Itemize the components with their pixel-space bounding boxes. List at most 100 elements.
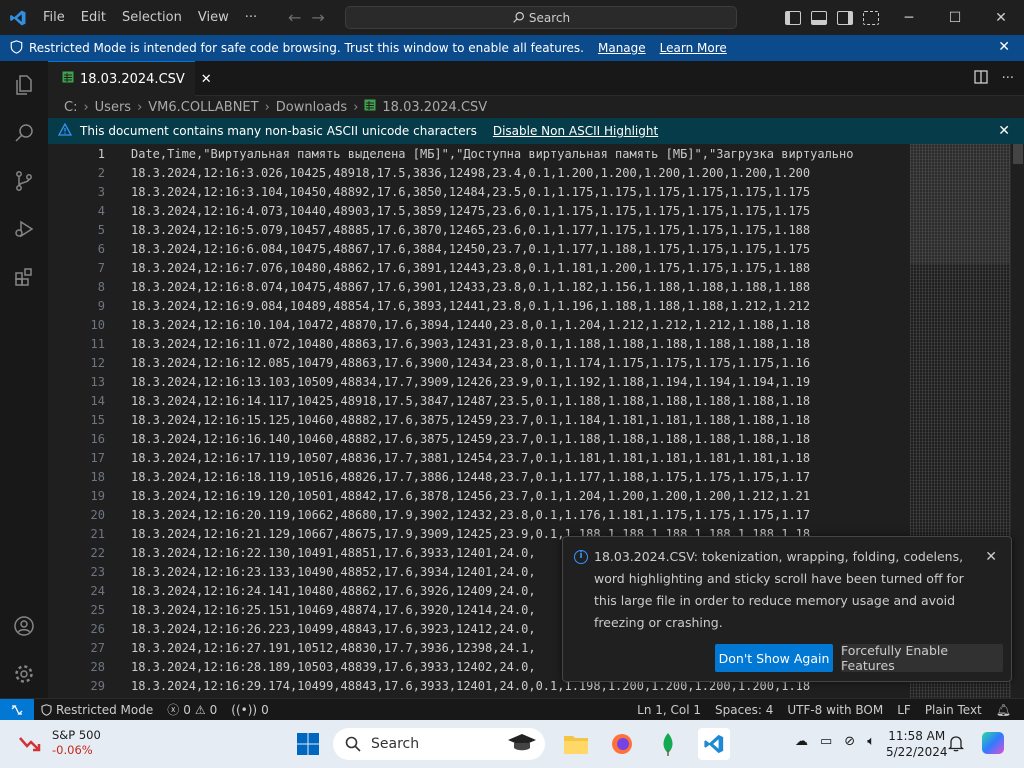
maximize-icon[interactable]: ☐ xyxy=(932,0,978,35)
customize-layout-icon[interactable] xyxy=(863,10,879,25)
code-line[interactable]: 18.3.2024,12:16:4.073,10440,48903,17.5,3… xyxy=(131,202,901,221)
line-number: 1 xyxy=(97,147,105,161)
forward-arrow-icon[interactable]: → xyxy=(311,8,324,27)
chevron-right-icon: › xyxy=(264,99,270,115)
line-number: 2 xyxy=(97,166,105,180)
close-icon[interactable]: ✕ xyxy=(998,123,1010,139)
line-number: 4 xyxy=(97,204,105,218)
disable-highlight-link[interactable]: Disable Non ASCII Highlight xyxy=(493,124,658,138)
line-number: 6 xyxy=(97,242,105,256)
stock-widget[interactable]: S&P 500 -0.06% xyxy=(18,728,101,758)
remote-indicator-icon[interactable] xyxy=(0,698,34,721)
notifications-bell-icon[interactable]: 🔔︎ xyxy=(989,703,1018,717)
menu-file[interactable]: File xyxy=(35,0,73,35)
code-line[interactable]: 18.3.2024,12:16:20.119,10662,48680,17.9,… xyxy=(131,506,901,525)
windows-start-icon[interactable] xyxy=(296,732,320,760)
window-controls: ─ ☐ ✕ xyxy=(886,0,1024,35)
vscode-taskbar-icon[interactable] xyxy=(698,728,730,760)
search-label: Search xyxy=(528,10,571,25)
manage-link[interactable]: Manage xyxy=(598,41,646,55)
code-line[interactable]: 18.3.2024,12:16:16.140,10460,48882,17.6,… xyxy=(131,430,901,449)
title-bar: File Edit Selection View ··· ← → Search … xyxy=(0,0,1024,35)
menu-view[interactable]: View xyxy=(190,0,237,35)
warning-icon: ⚠ xyxy=(194,702,206,717)
code-line[interactable]: 18.3.2024,12:16:15.125,10460,48882,17.6,… xyxy=(131,411,901,430)
code-line[interactable]: 18.3.2024,12:16:12.085,10479,48863,17.6,… xyxy=(131,354,901,373)
dont-show-again-button[interactable]: Don't Show Again xyxy=(715,644,833,672)
display-icon[interactable]: ▭ xyxy=(820,734,832,749)
notification-message: 18.03.2024.CSV: tokenization, wrapping, … xyxy=(594,549,964,630)
chevron-right-icon: › xyxy=(137,99,143,115)
code-line[interactable]: 18.3.2024,12:16:14.117,10425,48918,17.5,… xyxy=(131,392,901,411)
editor-tabs: 18.03.2024.CSV ✕ ··· xyxy=(48,61,1024,96)
system-clock[interactable]: 11:58 AM 5/22/2024 xyxy=(886,728,948,760)
toggle-panel-icon[interactable] xyxy=(811,10,827,25)
file-explorer-icon[interactable] xyxy=(560,728,592,760)
breadcrumb-drive[interactable]: C: xyxy=(64,100,77,115)
tab-csv-file[interactable]: 18.03.2024.CSV ✕ xyxy=(48,61,212,96)
line-number: 27 xyxy=(90,641,105,655)
code-line[interactable]: 18.3.2024,12:16:9.084,10489,48854,17.6,3… xyxy=(131,297,901,316)
split-editor-icon[interactable] xyxy=(973,69,988,88)
toggle-primary-sidebar-icon[interactable] xyxy=(785,10,801,25)
code-line[interactable]: 18.3.2024,12:16:6.084,10475,48867,17.6,3… xyxy=(131,240,901,259)
breadcrumb-users[interactable]: Users xyxy=(95,100,131,115)
code-line[interactable]: 18.3.2024,12:16:7.076,10480,48862,17.6,3… xyxy=(131,259,901,278)
extensions-icon[interactable] xyxy=(0,253,48,301)
mongodb-icon[interactable] xyxy=(652,728,684,760)
breadcrumb-file[interactable]: 18.03.2024.CSV xyxy=(382,100,487,115)
close-icon[interactable]: ✕ xyxy=(985,549,997,565)
breadcrumb-user[interactable]: VM6.COLLABNET xyxy=(148,100,258,115)
code-line[interactable]: Date,Time,"Виртуальная память выделена [… xyxy=(131,145,901,164)
ports-status[interactable]: ((•)) 0 xyxy=(224,703,275,717)
settings-gear-icon[interactable] xyxy=(0,650,48,698)
menu-edit[interactable]: Edit xyxy=(73,0,114,35)
language-mode[interactable]: Plain Text xyxy=(918,703,989,717)
code-line[interactable]: 18.3.2024,12:16:3.026,10425,48918,17.5,3… xyxy=(131,164,901,183)
more-actions-icon[interactable]: ··· xyxy=(1002,71,1014,86)
close-tab-icon[interactable]: ✕ xyxy=(201,72,212,87)
code-line[interactable]: 18.3.2024,12:16:5.079,10457,48885,17.6,3… xyxy=(131,221,901,240)
eol-status[interactable]: LF xyxy=(890,703,918,717)
vertical-scrollbar[interactable] xyxy=(1010,144,1024,698)
problems-status[interactable]: ⓧ 0 ⚠ 0 xyxy=(160,701,224,718)
code-line[interactable]: 18.3.2024,12:16:3.104,10450,48892,17.6,3… xyxy=(131,183,901,202)
scrollbar-thumb[interactable] xyxy=(1013,144,1023,164)
line-number: 16 xyxy=(90,432,105,446)
account-icon[interactable] xyxy=(0,602,48,650)
encoding-status[interactable]: UTF-8 with BOM xyxy=(780,703,890,717)
network-icon[interactable]: ⊘ xyxy=(844,734,855,749)
cloud-offline-icon[interactable]: ☁ xyxy=(795,734,808,749)
forcefully-enable-button[interactable]: Forcefully Enable Features xyxy=(841,643,1003,673)
minimap-viewport[interactable] xyxy=(910,144,1010,264)
volume-icon[interactable]: 🔈︎ xyxy=(867,734,875,749)
explorer-icon[interactable] xyxy=(0,61,48,109)
breadcrumb-downloads[interactable]: Downloads xyxy=(276,100,347,115)
code-line[interactable]: 18.3.2024,12:16:17.119,10507,48836,17.7,… xyxy=(131,449,901,468)
close-icon[interactable]: ✕ xyxy=(998,39,1010,55)
toggle-secondary-sidebar-icon[interactable] xyxy=(837,10,853,25)
menu-more[interactable]: ··· xyxy=(237,0,265,35)
back-arrow-icon[interactable]: ← xyxy=(288,8,301,27)
cursor-position[interactable]: Ln 1, Col 1 xyxy=(630,703,708,717)
notification-center-icon[interactable] xyxy=(947,734,965,756)
taskbar-search[interactable]: Search xyxy=(333,728,545,760)
code-line[interactable]: 18.3.2024,12:16:19.120,10501,48842,17.6,… xyxy=(131,487,901,506)
minimize-icon[interactable]: ─ xyxy=(886,0,932,35)
restricted-mode-status[interactable]: Restricted Mode xyxy=(34,703,160,717)
source-control-icon[interactable] xyxy=(0,157,48,205)
copilot-icon[interactable] xyxy=(982,732,1004,754)
command-center-search[interactable]: Search xyxy=(345,6,737,29)
menu-selection[interactable]: Selection xyxy=(114,0,190,35)
code-line[interactable]: 18.3.2024,12:16:8.074,10475,48867,17.6,3… xyxy=(131,278,901,297)
learn-more-link[interactable]: Learn More xyxy=(660,41,727,55)
code-line[interactable]: 18.3.2024,12:16:13.103,10509,48834,17.7,… xyxy=(131,373,901,392)
search-view-icon[interactable] xyxy=(0,109,48,157)
run-debug-icon[interactable] xyxy=(0,205,48,253)
code-line[interactable]: 18.3.2024,12:16:18.119,10516,48826,17.7,… xyxy=(131,468,901,487)
code-line[interactable]: 18.3.2024,12:16:11.072,10480,48863,17.6,… xyxy=(131,335,901,354)
code-line[interactable]: 18.3.2024,12:16:10.104,10472,48870,17.6,… xyxy=(131,316,901,335)
indentation-status[interactable]: Spaces: 4 xyxy=(708,703,780,717)
firefox-icon[interactable] xyxy=(606,728,638,760)
close-window-icon[interactable]: ✕ xyxy=(978,0,1024,35)
